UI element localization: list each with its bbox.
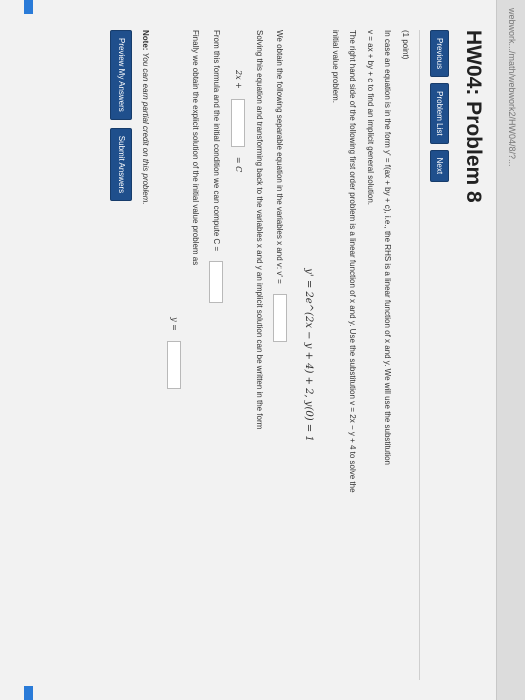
intro-4: initial value problem. [330,30,340,103]
explicit-row: y = [167,30,182,680]
preview-button[interactable]: Preview My Answers [110,30,132,120]
page-title: HW04: Problem 8 [462,30,485,203]
implicit-lhs: 2x + [233,70,243,89]
intro-1: In case an equation is in the form y' = … [383,30,393,466]
credit-note: Note: You can earn partial credit on thi… [140,30,152,680]
y-label: y = [170,317,180,331]
page-rotated: webwork.../math/webwork2/HW04/8/?... HW0… [0,0,525,700]
submit-button[interactable]: Submit Answers [110,127,132,202]
note-bold: Note: [141,30,151,51]
intro-2: v = ax + by + c to find an implicit gene… [365,30,375,205]
previous-button[interactable]: Previous [430,30,449,78]
scroll-tab[interactable] [24,686,33,700]
main-content: HW04: Problem 8 Previous Problem List Ne… [110,30,485,680]
browser-topbar: webwork.../math/webwork2/HW04/8/?... [496,0,525,700]
compute-row: From this formula and the initial condit… [208,30,223,680]
intro-3: The right hand side of the following fir… [348,30,358,493]
ode-equation: y' = 2e^(2x − y + 4) + 2, y(0) = 1 [303,268,315,442]
problem-body: (1 point) In case an equation is in the … [110,30,420,680]
implicit-text: Solving this equation and transforming b… [254,30,264,430]
problem-nav: Previous Problem List Next [430,30,449,680]
note-text: You can earn partial credit on this prob… [141,50,151,205]
c-input[interactable] [208,261,223,304]
url-text: webwork.../math/webwork2/HW04/8/?... [507,8,517,167]
problem-list-button[interactable]: Problem List [430,83,449,144]
y-input[interactable] [167,340,182,389]
implicit-input[interactable] [230,98,245,147]
separable-row: We obtain the following separable equati… [272,30,287,680]
separable-text: We obtain the following separable equati… [275,30,285,284]
implicit-row: 2x + = C [230,70,245,680]
answer-buttons: Preview My Answers Submit Answers [110,30,132,680]
sidebar-tab[interactable] [24,0,33,14]
compute-text: From this formula and the initial condit… [211,30,221,252]
points-label: (1 point) [401,30,410,60]
explicit-text: Finally we obtain the explicit solution … [190,30,200,266]
next-button[interactable]: Next [430,149,449,183]
implicit-rhs: = C [233,156,243,173]
v-prime-input[interactable] [272,293,287,342]
